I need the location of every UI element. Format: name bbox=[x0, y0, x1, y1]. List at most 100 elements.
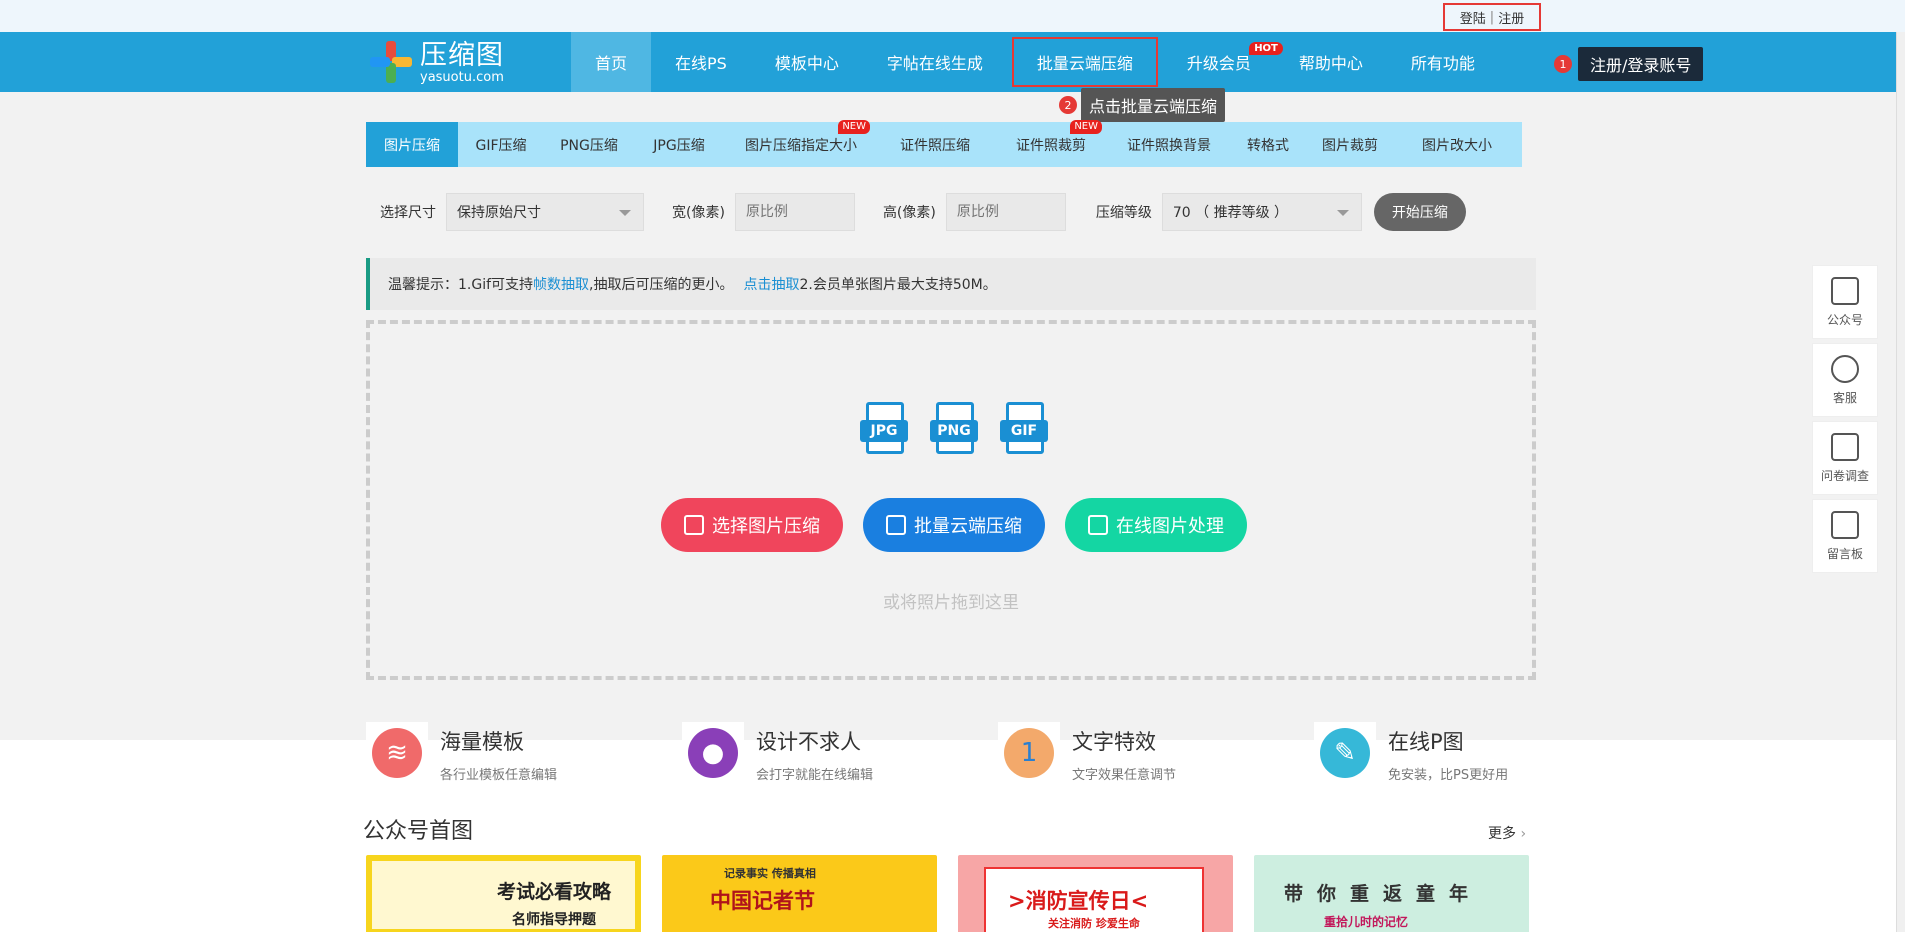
top-register-link[interactable]: 注册 bbox=[1498, 8, 1524, 27]
notice-bar: 温馨提示：1.Gif可支持 帧数抽取 ,抽取后可压缩的更小。 点击抽取 2.会员… bbox=[366, 258, 1536, 310]
feature-title: 设计不求人 bbox=[756, 730, 861, 754]
batch-cloud-compress-button[interactable]: 批量云端压缩 bbox=[863, 498, 1045, 552]
sidebar-customer-service[interactable]: 客服 bbox=[1812, 343, 1878, 417]
feature-title: 文字特效 bbox=[1072, 730, 1156, 754]
tab-image-crop[interactable]: 图片裁剪 bbox=[1308, 122, 1392, 167]
chevron-down-icon bbox=[619, 210, 631, 216]
width-label: 宽(像素) bbox=[672, 205, 725, 221]
height-input[interactable] bbox=[945, 193, 1066, 231]
chevron-down-icon bbox=[1336, 210, 1349, 216]
feature-subtitle: 会打字就能在线编辑 bbox=[756, 768, 874, 783]
nav-online-ps[interactable]: 在线PS bbox=[651, 32, 751, 92]
click-extract-link[interactable]: 点击抽取 bbox=[743, 274, 799, 294]
site-logo[interactable]: 压缩图 yasuotu.com bbox=[370, 40, 504, 84]
tab-compress-to-size[interactable]: 图片压缩指定大小 NEW bbox=[724, 120, 878, 167]
png-file-icon: PNG bbox=[930, 402, 978, 458]
nav-batch-cloud-compress[interactable]: 批量云端压缩 bbox=[1007, 32, 1163, 92]
right-float-sidebar: 公众号 客服 问卷调查 留言板 bbox=[1812, 265, 1878, 577]
compress-options: 选择尺寸 保持原始尺寸 宽(像素) 高(像素) 压缩等级 70 （ 推荐等级 ）… bbox=[366, 192, 1466, 232]
select-image-compress-button[interactable]: 选择图片压缩 bbox=[661, 498, 843, 552]
register-login-button[interactable]: 注册/登录账号 bbox=[1578, 47, 1704, 81]
start-compress-button[interactable]: 开始压缩 bbox=[1373, 193, 1466, 231]
notice-suffix: 2.会员单张图片最大支持50M。 bbox=[799, 277, 997, 293]
top-login-link[interactable]: 登陆 bbox=[1460, 8, 1486, 27]
logo-title: 压缩图 bbox=[420, 39, 504, 71]
tooltip-text: 点击批量云端压缩 bbox=[1081, 88, 1226, 122]
jpg-file-icon: JPG bbox=[860, 402, 908, 458]
step-2-badge: 2 bbox=[1059, 96, 1077, 114]
nav-all-features[interactable]: 所有功能 bbox=[1387, 32, 1499, 92]
feature-text-effects[interactable]: 1 文字特效 文字效果任意调节 bbox=[998, 722, 1314, 784]
upload-actions: 选择图片压缩 批量云端压缩 在线图片处理 bbox=[661, 498, 1247, 552]
tab-id-photo-background[interactable]: 证件照换背景 bbox=[1110, 122, 1228, 167]
file-type-icons: JPG PNG GIF bbox=[860, 402, 1048, 458]
image-icon bbox=[684, 515, 704, 535]
notice-middle: ,抽取后可压缩的更小。 bbox=[589, 277, 734, 293]
new-badge: NEW bbox=[838, 120, 870, 134]
height-label: 高(像素) bbox=[882, 205, 936, 221]
size-select[interactable]: 保持原始尺寸 bbox=[446, 193, 644, 231]
page-scrollbar[interactable] bbox=[1896, 32, 1905, 932]
new-badge: NEW bbox=[1070, 120, 1102, 134]
layers-icon: ≋ bbox=[372, 728, 422, 778]
notice-prefix: 温馨提示：1.Gif可支持 bbox=[388, 277, 534, 293]
more-link[interactable]: 更多 › bbox=[1488, 823, 1526, 843]
feature-subtitle: 免安装，比PS更好用 bbox=[1388, 768, 1509, 783]
login-area: 1 注册/登录账号 bbox=[1554, 47, 1704, 81]
frame-extract-link[interactable]: 帧数抽取 bbox=[533, 274, 589, 294]
tab-id-photo-compress[interactable]: 证件照压缩 bbox=[878, 122, 992, 167]
nav-templates[interactable]: 模板中心 bbox=[751, 32, 863, 92]
feature-subtitle: 文字效果任意调节 bbox=[1072, 768, 1177, 783]
main-header: 压缩图 yasuotu.com 首页 在线PS 模板中心 字帖在线生成 批量云端… bbox=[0, 32, 1905, 92]
logo-cross-icon bbox=[370, 41, 412, 83]
tab-jpg-compress[interactable]: JPG压缩 bbox=[634, 122, 724, 167]
section-title: 公众号首图 bbox=[363, 819, 474, 844]
text-effect-icon: 1 bbox=[1004, 728, 1054, 778]
feature-templates[interactable]: ≋ 海量模板 各行业模板任意编辑 bbox=[366, 722, 682, 784]
chevron-right-icon: › bbox=[1520, 826, 1527, 842]
logo-domain: yasuotu.com bbox=[420, 69, 504, 85]
gif-file-icon: GIF bbox=[1000, 402, 1048, 458]
main-nav: 首页 在线PS 模板中心 字帖在线生成 批量云端压缩 升级会员 HOT 帮助中心… bbox=[571, 32, 1499, 92]
tab-image-resize[interactable]: 图片改大小 bbox=[1392, 122, 1522, 167]
size-label: 选择尺寸 bbox=[380, 205, 436, 221]
online-image-edit-button[interactable]: 在线图片处理 bbox=[1065, 498, 1247, 552]
nav-help[interactable]: 帮助中心 bbox=[1275, 32, 1387, 92]
template-card[interactable]: 记录事实 传播真相 中国记者节 bbox=[662, 855, 937, 932]
feature-title: 海量模板 bbox=[440, 730, 524, 754]
palette-icon: ● bbox=[688, 728, 738, 778]
template-cards: 考试必看攻略 名师指导押题 记录事实 传播真相 中国记者节 >消防宣传日< 关注… bbox=[366, 855, 1529, 932]
category-tabs: 图片压缩 GIF压缩 PNG压缩 JPG压缩 图片压缩指定大小 NEW 证件照压… bbox=[366, 120, 1522, 167]
feature-online-p[interactable]: ✎ 在线P图 免安装，比PS更好用 bbox=[1314, 722, 1574, 784]
tab-image-compress[interactable]: 图片压缩 bbox=[366, 122, 458, 167]
nav-upgrade-member[interactable]: 升级会员 HOT bbox=[1163, 32, 1283, 92]
template-card[interactable]: 带你重返童年 重拾儿时的记忆 bbox=[1254, 855, 1529, 932]
qrcode-icon bbox=[1831, 276, 1859, 305]
nav-copybook[interactable]: 字帖在线生成 bbox=[863, 32, 1007, 92]
step-1-badge: 1 bbox=[1554, 55, 1572, 73]
sidebar-survey[interactable]: 问卷调查 bbox=[1812, 421, 1878, 495]
nav-home[interactable]: 首页 bbox=[571, 32, 652, 92]
tab-convert-format[interactable]: 转格式 bbox=[1228, 122, 1308, 167]
width-input[interactable] bbox=[734, 193, 855, 231]
feature-list: ≋ 海量模板 各行业模板任意编辑 ● 设计不求人 会打字就能在线编辑 1 文字特… bbox=[366, 722, 1574, 784]
brush-icon: ✎ bbox=[1320, 728, 1370, 778]
level-select[interactable]: 70 （ 推荐等级 ） bbox=[1161, 193, 1362, 231]
sidebar-wechat-account[interactable]: 公众号 bbox=[1812, 265, 1878, 339]
zip-file-icon bbox=[886, 515, 906, 535]
drop-hint: 或将照片拖到这里 bbox=[883, 593, 1019, 613]
sidebar-message-board[interactable]: 留言板 bbox=[1812, 499, 1878, 573]
top-separator: | bbox=[1489, 9, 1495, 25]
headset-icon bbox=[1831, 354, 1859, 383]
upload-dropzone[interactable]: JPG PNG GIF 选择图片压缩 批量云端压缩 在线图片处理 或将照片拖到这… bbox=[366, 320, 1536, 680]
template-card[interactable]: >消防宣传日< 关注消防 珍爱生命 bbox=[958, 855, 1233, 932]
tab-png-compress[interactable]: PNG压缩 bbox=[544, 122, 634, 167]
feature-title: 在线P图 bbox=[1388, 730, 1464, 754]
tab-id-photo-crop[interactable]: 证件照裁剪 NEW bbox=[992, 120, 1110, 167]
step-2-tooltip: 2 点击批量云端压缩 bbox=[1059, 88, 1226, 122]
template-card[interactable]: 考试必看攻略 名师指导押题 bbox=[366, 855, 641, 932]
clipboard-icon bbox=[1831, 432, 1859, 461]
tab-gif-compress[interactable]: GIF压缩 bbox=[458, 122, 544, 167]
feature-design[interactable]: ● 设计不求人 会打字就能在线编辑 bbox=[682, 722, 998, 784]
edit-image-icon bbox=[1088, 515, 1108, 535]
